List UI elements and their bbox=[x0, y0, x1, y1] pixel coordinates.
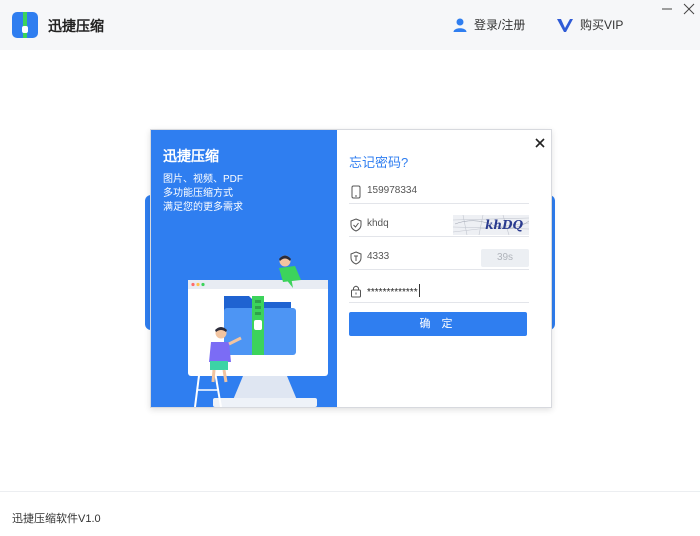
password-input-value: ************* bbox=[367, 284, 420, 298]
forgot-password-dialog: 迅捷压缩 图片、视频、PDF 多功能压缩方式 满足您的更多需求 忘记密码? 15… bbox=[150, 129, 552, 408]
title-bar: 迅捷压缩 登录/注册 购买VIP bbox=[0, 0, 700, 50]
confirm-button[interactable]: 确 定 bbox=[349, 312, 527, 336]
login-label: 登录/注册 bbox=[474, 18, 526, 32]
phone-icon bbox=[351, 185, 361, 199]
new-password-field[interactable]: ************* bbox=[349, 281, 529, 303]
app-title: 迅捷压缩 bbox=[48, 18, 104, 34]
minimize-icon[interactable] bbox=[660, 2, 674, 16]
zip-logo-icon bbox=[12, 12, 38, 38]
vip-icon bbox=[557, 18, 573, 32]
login-button[interactable]: 登录/注册 bbox=[452, 16, 525, 33]
captcha-input-value: khdq bbox=[367, 218, 389, 229]
resend-countdown-button[interactable]: 39s bbox=[481, 249, 529, 267]
user-icon bbox=[453, 18, 467, 32]
close-dialog-icon[interactable] bbox=[534, 137, 546, 149]
version-label: 迅捷压缩软件V1.0 bbox=[12, 513, 101, 525]
close-window-icon[interactable] bbox=[682, 2, 696, 16]
captcha-field[interactable]: khdq khDQ bbox=[349, 215, 529, 237]
shield-check-icon bbox=[350, 218, 362, 232]
captcha-image[interactable]: khDQ bbox=[453, 215, 529, 235]
buy-vip-button[interactable]: 购买VIP bbox=[556, 16, 623, 33]
form-panel: 忘记密码? 159978334 khdq khDQ 4333 39s *****… bbox=[337, 130, 551, 407]
shield-code-icon bbox=[350, 251, 362, 265]
dialog-title: 忘记密码? bbox=[349, 155, 409, 170]
compression-illustration bbox=[188, 255, 328, 407]
lock-icon bbox=[351, 285, 361, 298]
phone-field[interactable]: 159978334 bbox=[349, 182, 529, 204]
phone-input-value: 159978334 bbox=[367, 185, 418, 196]
vip-label: 购买VIP bbox=[580, 18, 624, 32]
status-bar: 迅捷压缩软件V1.0 bbox=[0, 491, 700, 536]
promo-panel: 迅捷压缩 图片、视频、PDF 多功能压缩方式 满足您的更多需求 bbox=[151, 130, 337, 407]
sms-code-field[interactable]: 4333 39s bbox=[349, 248, 529, 270]
captcha-image-text: khDQ bbox=[485, 218, 523, 232]
sms-code-input-value: 4333 bbox=[367, 251, 390, 262]
